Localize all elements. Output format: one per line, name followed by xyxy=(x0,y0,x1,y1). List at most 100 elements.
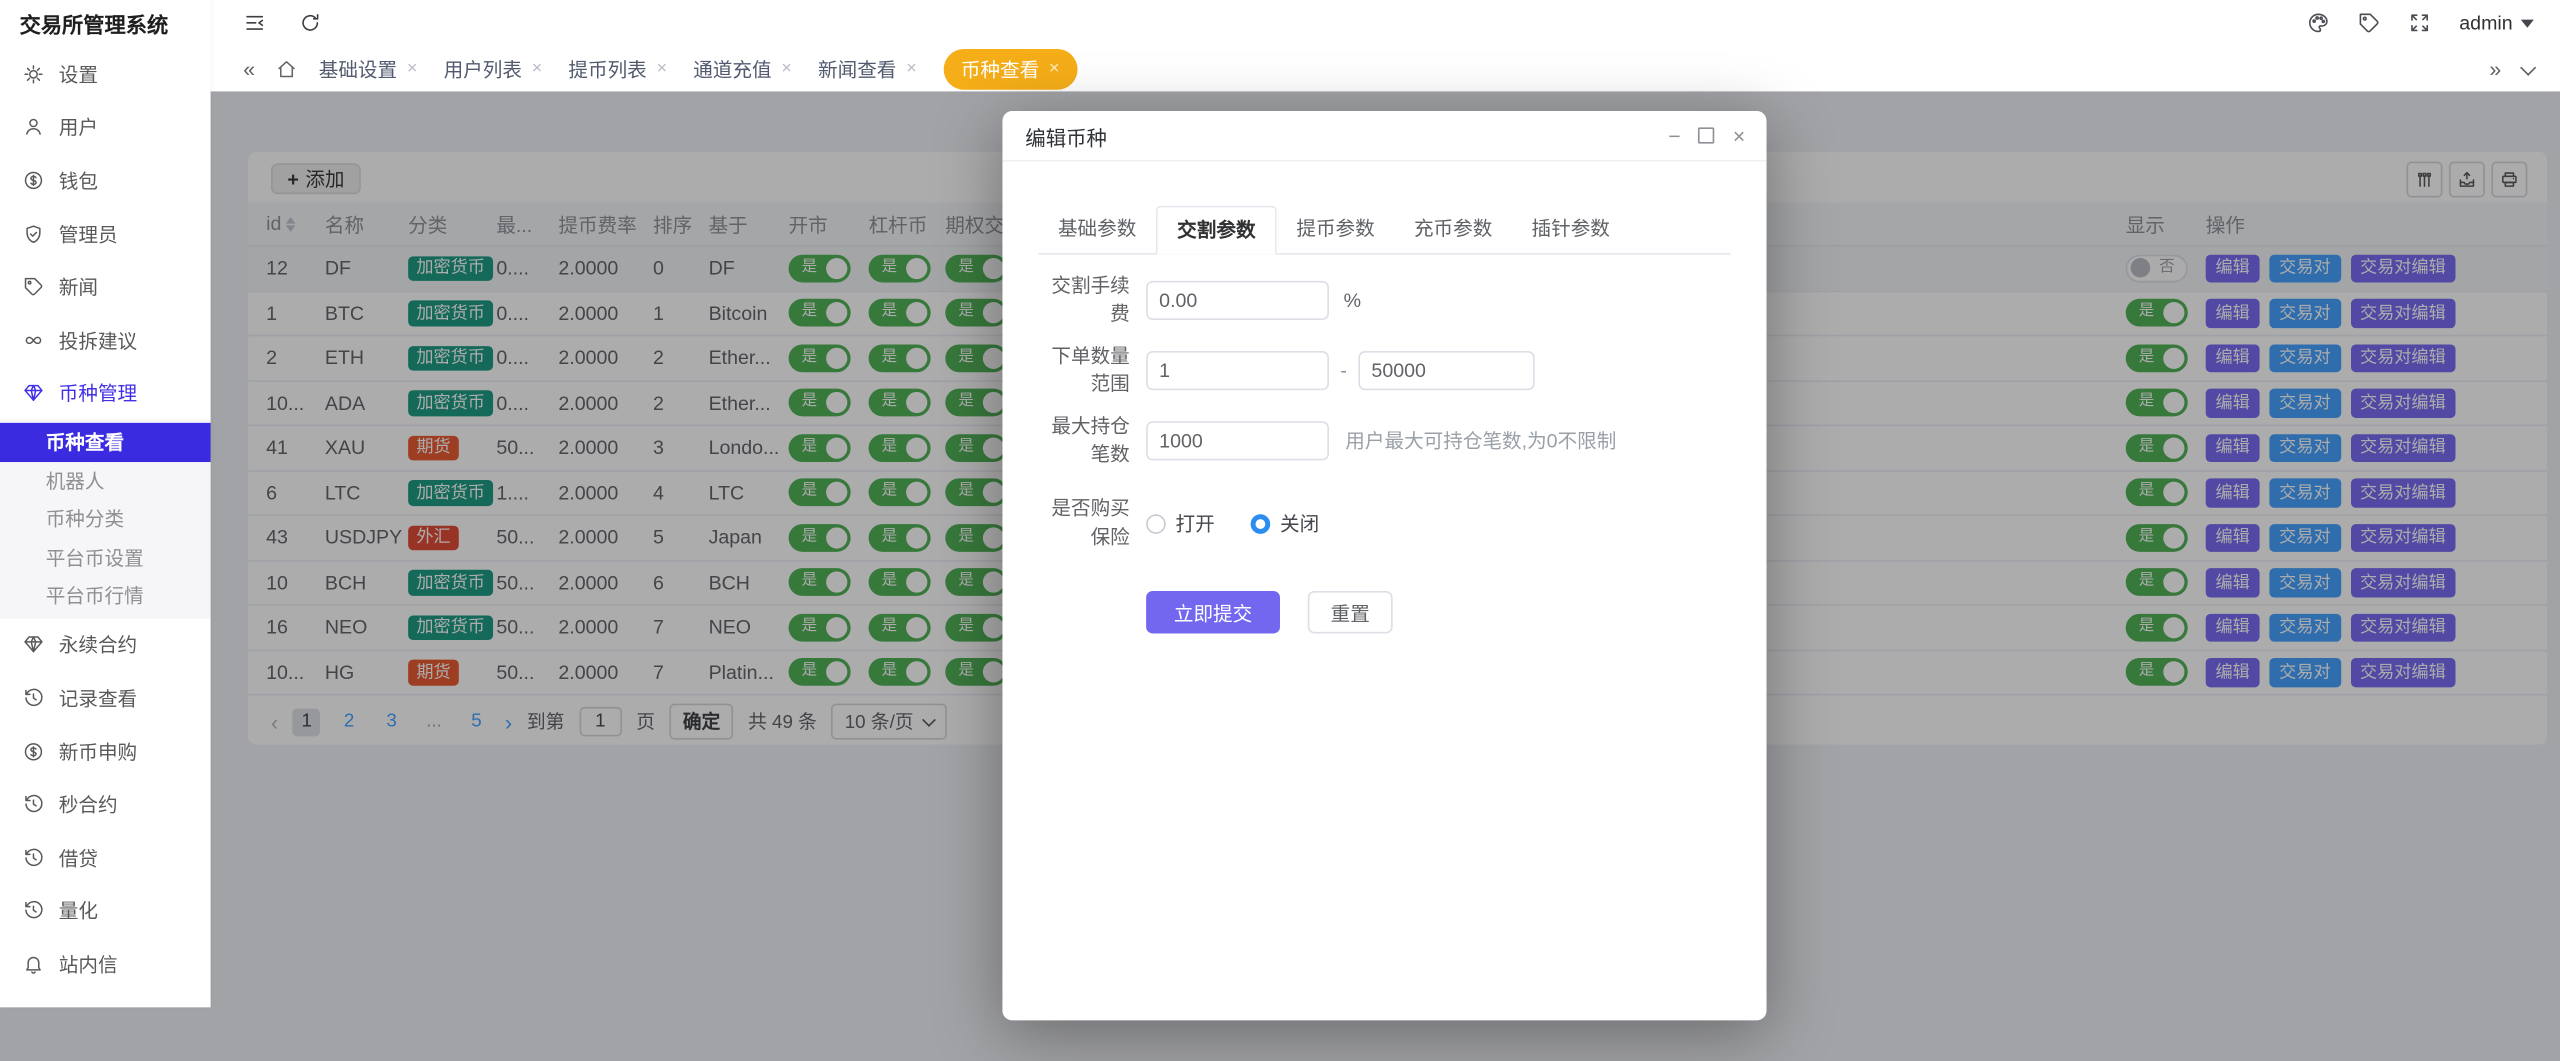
sidebar-item-new-coin[interactable]: 新币申购 xyxy=(0,725,211,778)
menu-fold-icon[interactable] xyxy=(243,11,266,34)
nav-tab[interactable]: 提币列表× xyxy=(568,55,667,83)
range-max-input[interactable] xyxy=(1358,351,1534,390)
close-tab-icon[interactable]: × xyxy=(781,60,792,78)
range-min-input[interactable] xyxy=(1146,351,1329,390)
chevron-down-icon[interactable] xyxy=(2520,59,2536,75)
chevrons-right-icon[interactable]: » xyxy=(2489,58,2501,79)
sidebar-subitem-coin-category[interactable]: 币种分类 xyxy=(0,500,211,538)
history-icon xyxy=(23,847,44,868)
close-tab-icon[interactable]: × xyxy=(906,60,917,78)
infinity-icon xyxy=(23,329,44,350)
fullscreen-icon[interactable] xyxy=(2409,11,2432,34)
form-row-range: 下单数量范围 - xyxy=(1038,342,1727,399)
sidebar-item-quant[interactable]: 量化 xyxy=(0,884,211,937)
sidebar-item-second-contract[interactable]: 秒合约 xyxy=(0,778,211,831)
sidebar-subitem-coin-view[interactable]: 币种查看 xyxy=(0,423,211,461)
bell-icon xyxy=(23,953,44,974)
nav-tab[interactable]: 基础设置× xyxy=(319,55,418,83)
fee-suffix: % xyxy=(1344,290,1361,313)
sidebar-item-label: 永续合约 xyxy=(59,631,137,659)
fee-label: 交割手续费 xyxy=(1038,273,1146,330)
topbar-left xyxy=(243,11,321,34)
nav-tab[interactable]: 新闻查看 × xyxy=(818,55,917,83)
sidebar-item-feedback[interactable]: 投拆建议 xyxy=(0,313,211,366)
sidebar-item-label: 站内信 xyxy=(59,950,118,978)
chevrons-left-icon[interactable]: « xyxy=(243,58,255,79)
topbar: admin xyxy=(211,0,2560,46)
dollar-icon xyxy=(23,741,44,762)
dialog-tab[interactable]: 充币参数 xyxy=(1394,206,1512,253)
dialog-tab[interactable]: 基础参数 xyxy=(1038,206,1156,253)
gem-icon xyxy=(23,634,44,655)
close-tab-icon[interactable]: × xyxy=(657,60,668,78)
sidebar-item-news[interactable]: 新闻 xyxy=(0,260,211,313)
user-menu[interactable]: admin xyxy=(2459,11,2534,34)
sidebar-item-label: 用户 xyxy=(59,113,98,141)
dialog-tab[interactable]: 提币参数 xyxy=(1277,206,1395,253)
sidebar-item-perpetual[interactable]: 永续合约 xyxy=(0,618,211,671)
sidebar-item-lending[interactable]: 借贷 xyxy=(0,831,211,884)
user-icon xyxy=(23,117,44,138)
theme-palette-icon[interactable] xyxy=(2307,11,2330,34)
nav-tab[interactable]: 用户列表× xyxy=(444,55,543,83)
modal-overlay-strip xyxy=(0,1007,211,1061)
shield-icon xyxy=(23,223,44,244)
insurance-label: 是否购买保险 xyxy=(1038,495,1146,552)
nav-tab-label: 新闻查看 xyxy=(818,55,896,83)
range-label: 下单数量范围 xyxy=(1038,342,1146,399)
reset-button[interactable]: 重置 xyxy=(1308,591,1393,633)
sidebar-item-label: 新币申购 xyxy=(59,737,137,765)
username: admin xyxy=(2459,11,2512,34)
sidebar-item-records[interactable]: 记录查看 xyxy=(0,671,211,724)
form-row-fee: 交割手续费 % xyxy=(1038,273,1727,330)
nav-tab[interactable]: 币种查看 × xyxy=(943,48,1078,89)
sidebar-subitem-robot[interactable]: 机器人 xyxy=(0,461,211,499)
home-icon[interactable] xyxy=(276,58,297,79)
sidebar-item-coin-manage[interactable]: 币种管理 xyxy=(0,367,211,420)
dialog-tab[interactable]: 插针参数 xyxy=(1512,206,1630,253)
sidebar-item-label: 管理员 xyxy=(59,220,118,248)
nav-tab[interactable]: 通道充值 × xyxy=(693,55,792,83)
range-separator: - xyxy=(1340,359,1347,382)
gem-icon xyxy=(23,383,44,404)
sidebar-item-admins[interactable]: 管理员 xyxy=(0,207,211,260)
close-icon[interactable]: × xyxy=(1733,125,1745,146)
dialog-header: 编辑币种 − × xyxy=(1002,111,1766,162)
tag-icon[interactable] xyxy=(2358,11,2381,34)
dialog-window-controls: − × xyxy=(1668,125,1745,146)
insurance-radio[interactable] xyxy=(1251,514,1271,534)
sidebar-nav: 设置用户钱包管理员新闻投拆建议币种管理币种查看机器人币种分类平台币设置平台币行情… xyxy=(0,47,211,990)
sidebar-item-label: 记录查看 xyxy=(59,684,137,712)
sidebar-subitem-platform-coin-settings[interactable]: 平台币设置 xyxy=(0,538,211,576)
sidebar: 交易所管理系统 设置用户钱包管理员新闻投拆建议币种管理币种查看机器人币种分类平台… xyxy=(0,0,211,1007)
dialog-tab[interactable]: 交割参数 xyxy=(1156,206,1277,255)
sidebar-item-label: 秒合约 xyxy=(59,791,118,819)
maximize-icon[interactable] xyxy=(1699,127,1715,143)
sidebar-item-settings[interactable]: 设置 xyxy=(0,47,211,100)
dollar-icon xyxy=(23,170,44,191)
close-tab-icon[interactable]: × xyxy=(407,60,418,78)
form-row-maxpos: 最大持仓笔数 用户最大可持仓笔数,为0不限制 xyxy=(1038,412,1727,469)
maxpos-input[interactable] xyxy=(1146,421,1329,460)
sidebar-item-mail[interactable]: 站内信 xyxy=(0,937,211,990)
topbar-right: admin xyxy=(2307,11,2533,34)
nav-tab-label: 通道充值 xyxy=(693,55,771,83)
sidebar-submenu: 币种查看机器人币种分类平台币设置平台币行情 xyxy=(0,420,211,618)
sidebar-item-wallet[interactable]: 钱包 xyxy=(0,154,211,207)
sidebar-subitem-platform-coin-market[interactable]: 平台币行情 xyxy=(0,577,211,615)
minimize-icon[interactable]: − xyxy=(1668,125,1680,146)
maxpos-label: 最大持仓笔数 xyxy=(1038,412,1146,469)
sidebar-item-label: 设置 xyxy=(59,60,98,88)
insurance-radio-label: 关闭 xyxy=(1280,510,1319,538)
close-tab-icon[interactable]: × xyxy=(1049,60,1060,78)
insurance-radio[interactable] xyxy=(1146,514,1166,534)
sidebar-item-users[interactable]: 用户 xyxy=(0,101,211,154)
close-tab-icon[interactable]: × xyxy=(532,60,543,78)
refresh-icon[interactable] xyxy=(299,11,322,34)
submit-button[interactable]: 立即提交 xyxy=(1146,591,1280,633)
form-row-insurance: 是否购买保险 打开关闭 xyxy=(1038,495,1727,552)
form-actions: 立即提交 重置 xyxy=(1146,591,1727,633)
nav-tab-label: 币种查看 xyxy=(961,55,1039,83)
caret-down-icon xyxy=(2521,19,2534,27)
fee-input[interactable] xyxy=(1146,281,1329,320)
